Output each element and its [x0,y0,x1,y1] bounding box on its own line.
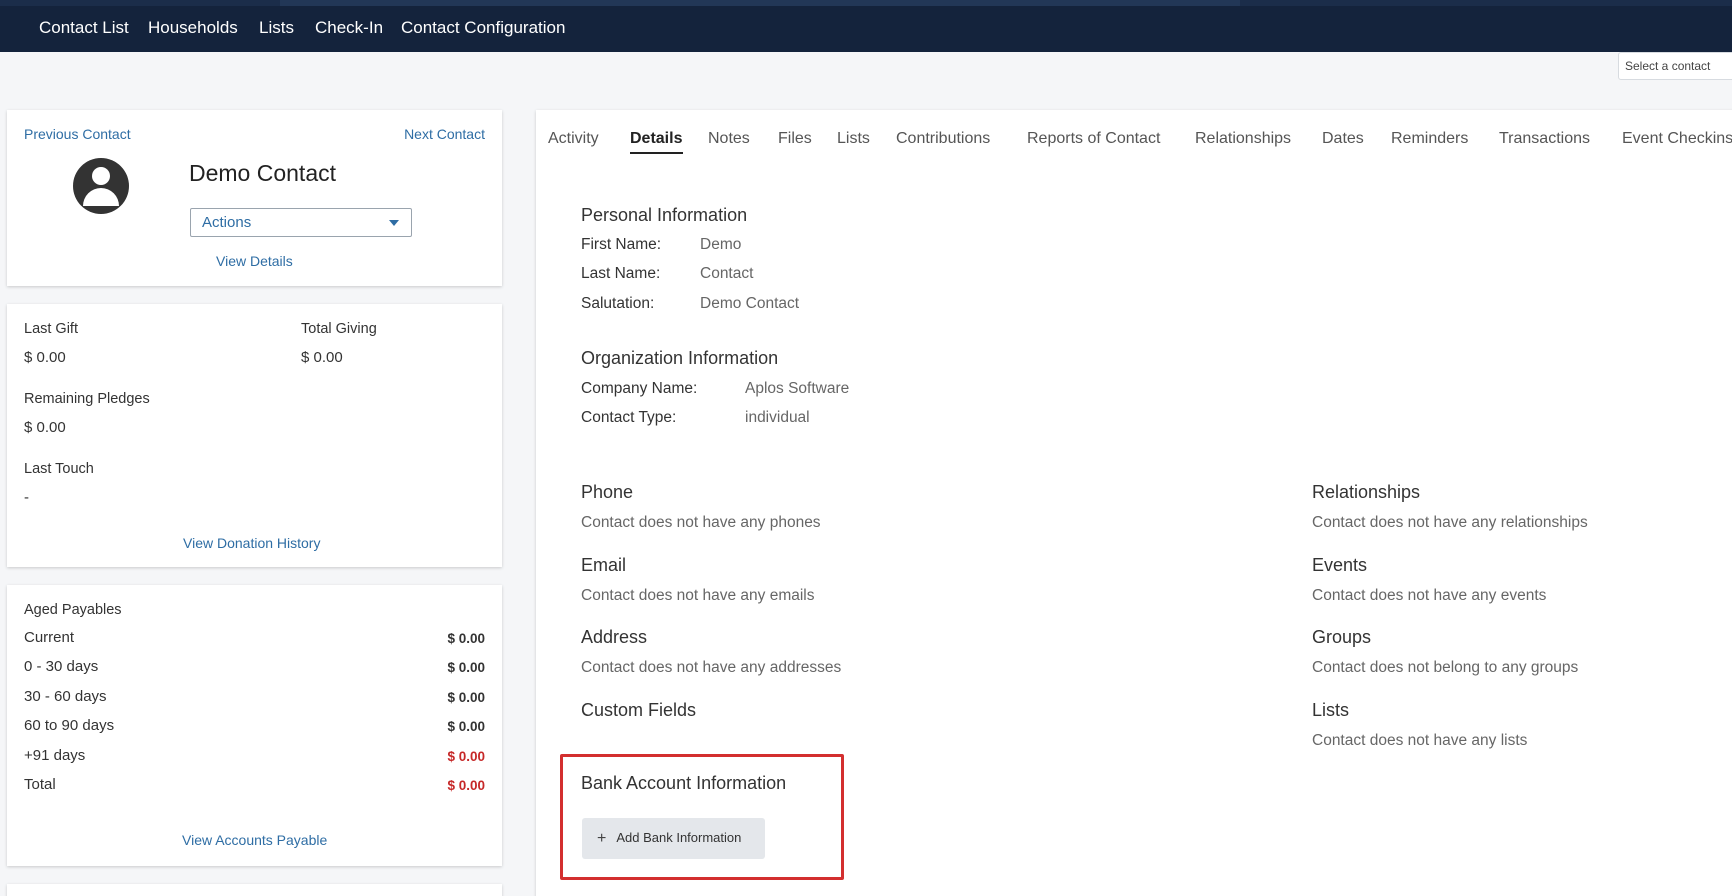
next-card-peek [7,884,502,896]
payables-row-label: 30 - 60 days [24,688,107,705]
add-bank-information-button[interactable]: + Add Bank Information [582,818,765,859]
contact-type-label: Contact Type: [581,409,677,426]
tab-activity[interactable]: Activity [548,130,599,148]
company-name-label: Company Name: [581,380,698,397]
total-giving-value: $ 0.00 [301,349,343,366]
payables-row-label: 0 - 30 days [24,658,99,675]
payables-total-label: Total [24,776,56,793]
actions-label: Actions [202,214,252,231]
payables-row-amount: $ 0.00 [447,690,485,705]
payables-row-amount: $ 0.00 [447,719,485,734]
payables-row-amount-overdue: $ 0.00 [447,749,485,764]
tab-dates[interactable]: Dates [1322,130,1364,148]
tab-lists[interactable]: Lists [837,130,870,148]
last-gift-value: $ 0.00 [24,349,66,366]
personal-info-title: Personal Information [581,205,748,225]
email-empty: Contact does not have any emails [581,587,815,604]
highlight-box [560,754,844,880]
top-nav: Contact List Households Lists Check-In C… [0,0,1732,52]
view-accounts-payable-link[interactable]: View Accounts Payable [182,832,327,848]
organization-info-title: Organization Information [581,348,779,368]
tab-event-checkins[interactable]: Event Checkins [1622,130,1732,148]
add-bank-label: Add Bank Information [616,830,742,845]
tab-reports-of-contact[interactable]: Reports of Contact [1027,130,1160,148]
nav-contact-configuration[interactable]: Contact Configuration [401,18,565,38]
remaining-pledges-value: $ 0.00 [24,419,66,436]
avatar-icon [73,158,129,214]
groups-empty: Contact does not belong to any groups [1312,659,1579,676]
salutation-label: Salutation: [581,295,655,312]
address-title: Address [581,627,648,647]
payables-row-label: 60 to 90 days [24,717,115,734]
tab-active-underline [630,152,683,154]
next-contact-link[interactable]: Next Contact [404,126,485,142]
caret-down-icon [389,220,399,226]
relationships-empty: Contact does not have any relationships [1312,514,1588,531]
company-name-value: Aplos Software [745,380,850,397]
payables-row-amount: $ 0.00 [447,631,485,646]
payables-row-label: +91 days [24,747,86,764]
tab-transactions[interactable]: Transactions [1499,130,1590,148]
address-empty: Contact does not have any addresses [581,659,842,676]
relationships-title: Relationships [1312,482,1421,502]
tab-contributions[interactable]: Contributions [896,130,990,148]
first-name-label: First Name: [581,236,662,253]
giving-card: Last Gift $ 0.00 Total Giving $ 0.00 Rem… [7,304,502,567]
view-details-link[interactable]: View Details [216,253,293,269]
events-empty: Contact does not have any events [1312,587,1547,604]
tab-reminders[interactable]: Reminders [1391,130,1468,148]
plus-icon: + [597,830,607,847]
phone-empty: Contact does not have any phones [581,514,821,531]
lists-empty: Contact does not have any lists [1312,732,1528,749]
custom-fields-title: Custom Fields [581,700,697,720]
last-touch-value: - [24,489,29,506]
first-name-value: Demo [700,236,742,253]
profile-card: Previous Contact Next Contact Demo Conta… [7,110,502,286]
payables-row-amount: $ 0.00 [447,660,485,675]
aged-payables-card: Aged Payables Current $ 0.00 0 - 30 days… [7,585,502,866]
lists-title: Lists [1312,700,1350,720]
phone-title: Phone [581,482,634,502]
contact-selector[interactable]: Select a contact [1618,52,1732,80]
events-title: Events [1312,555,1368,575]
salutation-value: Demo Contact [700,295,800,312]
nav-contact-list[interactable]: Contact List [39,18,129,38]
last-name-label: Last Name: [581,265,661,282]
previous-contact-link[interactable]: Previous Contact [24,126,131,142]
last-name-value: Contact [700,265,754,282]
contact-name: Demo Contact [189,160,337,186]
last-gift-label: Last Gift [24,321,78,337]
payables-total-amount: $ 0.00 [447,778,485,793]
tab-details[interactable]: Details [630,130,682,148]
groups-title: Groups [1312,627,1372,647]
nav-check-in[interactable]: Check-In [315,18,383,38]
last-touch-label: Last Touch [24,461,94,477]
nav-households[interactable]: Households [148,18,238,38]
total-giving-label: Total Giving [301,321,377,337]
aged-payables-title: Aged Payables [24,602,122,618]
tab-files[interactable]: Files [778,130,812,148]
tab-relationships[interactable]: Relationships [1195,130,1291,148]
nav-lists[interactable]: Lists [259,18,294,38]
email-title: Email [581,555,627,575]
active-tab-indicator [280,0,1240,6]
payables-row-label: Current [24,629,75,646]
tab-notes[interactable]: Notes [708,130,750,148]
contact-type-value: individual [745,409,810,426]
actions-dropdown[interactable]: Actions [190,208,412,237]
remaining-pledges-label: Remaining Pledges [24,391,150,407]
view-donation-history-link[interactable]: View Donation History [183,535,320,551]
